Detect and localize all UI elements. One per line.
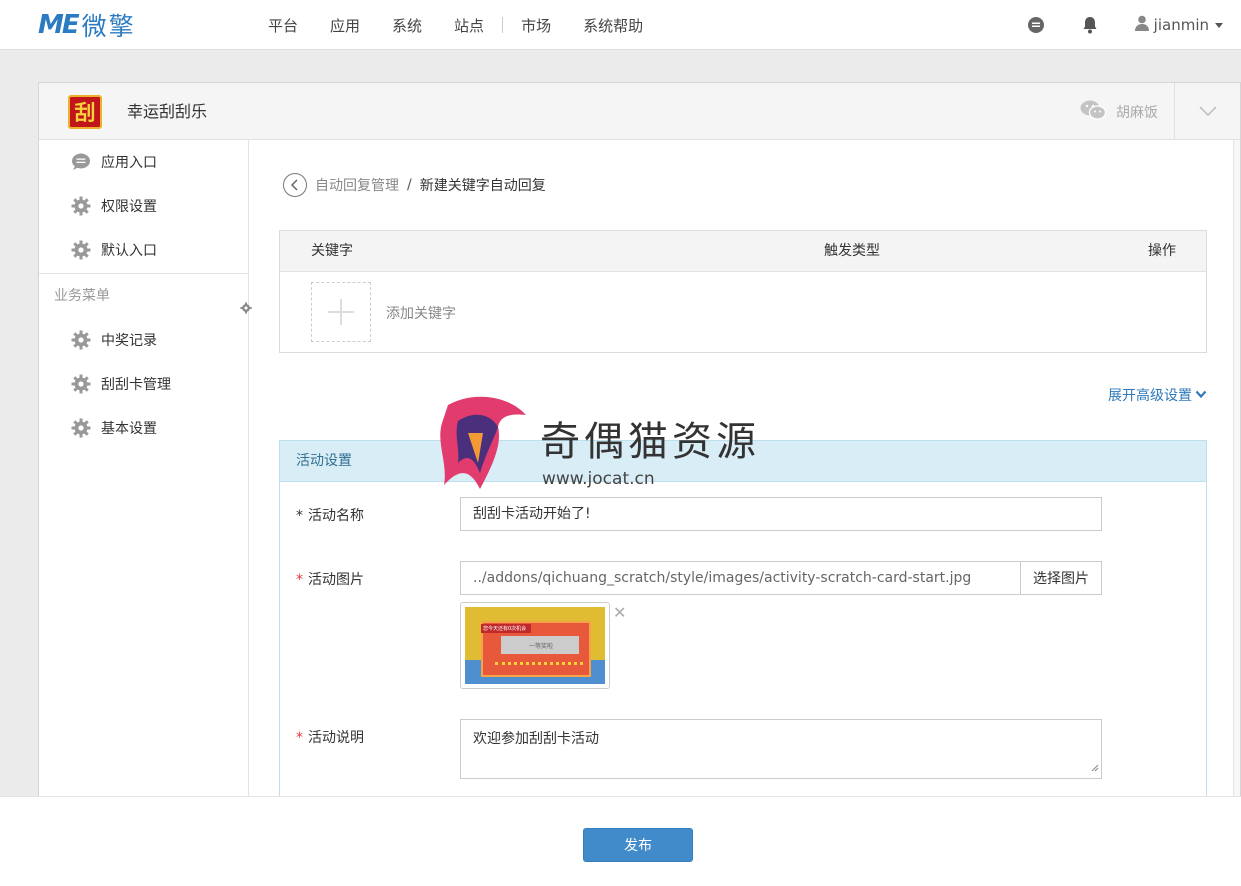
gear-icon[interactable] bbox=[240, 288, 252, 332]
nav-item-apps[interactable]: 应用 bbox=[314, 15, 376, 36]
sidebar-item-label: 中奖记录 bbox=[101, 333, 157, 349]
required-mark: * bbox=[296, 730, 303, 746]
nav-item-system[interactable]: 系统 bbox=[376, 15, 438, 36]
nav-item-market[interactable]: 市场 bbox=[505, 15, 567, 36]
chevron-down-icon bbox=[1198, 104, 1217, 120]
sidebar-item-basic-settings[interactable]: 基本设置 bbox=[39, 406, 248, 450]
expand-advanced-link[interactable]: 展开高级设置 bbox=[1108, 385, 1207, 405]
required-mark: * bbox=[296, 572, 303, 588]
sidebar-item-label: 刮刮卡管理 bbox=[101, 377, 171, 393]
main-content: 自动回复管理 / 新建关键字自动回复 关键字 触发类型 操作 添加关键字 展开高… bbox=[279, 140, 1208, 883]
sidebar-item-label: 默认入口 bbox=[101, 243, 157, 259]
chevron-down-icon bbox=[1195, 387, 1207, 403]
top-right-tools: jianmin bbox=[1027, 0, 1223, 50]
content-scrollbar[interactable] bbox=[1233, 140, 1240, 883]
image-path-input[interactable]: ../addons/qichuang_scratch/style/images/… bbox=[460, 561, 1021, 595]
logo-mark: ME bbox=[38, 10, 80, 40]
message-icon[interactable] bbox=[1027, 16, 1045, 34]
nav-item-site[interactable]: 站点 bbox=[438, 15, 500, 36]
add-keyword-label[interactable]: 添加关键字 bbox=[386, 303, 456, 323]
main-nav: 平台 应用 系统 站点 市场 系统帮助 bbox=[252, 0, 659, 50]
nav-item-platform[interactable]: 平台 bbox=[252, 15, 314, 36]
scratch-card-preview-image: 您今天还有0次机会 一等奖啦 bbox=[465, 607, 605, 684]
plus-icon bbox=[328, 299, 354, 325]
activity-desc-label: * 活动说明 bbox=[296, 730, 364, 746]
app-panel: 刮 幸运刮刮乐 胡麻饭 应用入口 权限设置 默认入口 业务菜单 中奖记录 刮刮卡… bbox=[38, 82, 1241, 883]
breadcrumb: 自动回复管理 / 新建关键字自动回复 bbox=[283, 173, 546, 197]
sidebar-item-app-entry[interactable]: 应用入口 bbox=[39, 140, 248, 184]
sidebar-item-label: 基本设置 bbox=[101, 421, 157, 437]
gear-icon bbox=[70, 240, 92, 260]
sidebar-item-permissions[interactable]: 权限设置 bbox=[39, 184, 248, 228]
app-icon: 刮 bbox=[68, 95, 102, 129]
sidebar: 应用入口 权限设置 默认入口 业务菜单 中奖记录 刮刮卡管理 基本设置 bbox=[39, 140, 252, 883]
sidebar-item-winners[interactable]: 中奖记录 bbox=[39, 318, 248, 362]
bottom-action-bar: 发布 bbox=[0, 796, 1241, 886]
app-header: 刮 幸运刮刮乐 胡麻饭 bbox=[39, 83, 1240, 140]
add-keyword-button[interactable] bbox=[311, 282, 371, 342]
account-switcher[interactable]: 胡麻饭 bbox=[1080, 83, 1158, 140]
account-name: 胡麻饭 bbox=[1116, 104, 1158, 121]
section-title: 活动设置 bbox=[280, 441, 1206, 482]
nav-item-help[interactable]: 系统帮助 bbox=[567, 15, 659, 36]
user-menu[interactable]: jianmin bbox=[1134, 15, 1223, 35]
app-title: 幸运刮刮乐 bbox=[127, 102, 208, 121]
sidebar-group-label: 业务菜单 bbox=[54, 288, 110, 304]
header-toggle[interactable] bbox=[1174, 83, 1240, 140]
gear-icon bbox=[70, 418, 92, 438]
back-icon[interactable] bbox=[283, 173, 307, 197]
chat-bubble-icon bbox=[70, 153, 92, 171]
keyword-table-header: 关键字 触发类型 操作 bbox=[280, 231, 1206, 272]
keyword-table: 关键字 触发类型 操作 添加关键字 bbox=[279, 230, 1207, 353]
publish-button[interactable]: 发布 bbox=[583, 828, 693, 862]
user-name: jianmin bbox=[1153, 16, 1209, 34]
sidebar-group-header: 业务菜单 bbox=[39, 274, 252, 318]
chevron-down-icon bbox=[1215, 22, 1223, 28]
top-navbar: ME 微擎 平台 应用 系统 站点 市场 系统帮助 jianmin bbox=[0, 0, 1241, 50]
required-mark: * bbox=[296, 508, 303, 524]
sidebar-item-label: 权限设置 bbox=[101, 199, 157, 215]
remove-image-icon[interactable]: ✕ bbox=[613, 603, 626, 622]
activity-desc-value: 欢迎参加刮刮卡活动 bbox=[473, 731, 599, 747]
sidebar-top-menu: 应用入口 权限设置 默认入口 bbox=[39, 140, 248, 272]
logo[interactable]: ME 微擎 bbox=[38, 9, 136, 41]
sidebar-item-label: 应用入口 bbox=[101, 155, 157, 171]
resize-handle-icon[interactable] bbox=[1091, 760, 1099, 776]
wechat-icon bbox=[1080, 100, 1107, 124]
breadcrumb-current: 新建关键字自动回复 bbox=[419, 178, 546, 194]
gear-icon bbox=[70, 196, 92, 216]
sidebar-item-default-entry[interactable]: 默认入口 bbox=[39, 228, 248, 272]
logo-text: 微擎 bbox=[81, 12, 136, 41]
activity-name-label: * 活动名称 bbox=[296, 508, 364, 524]
activity-desc-textarea[interactable]: 欢迎参加刮刮卡活动 bbox=[460, 719, 1102, 779]
column-header-trigger-type: 触发类型 bbox=[824, 243, 880, 259]
column-header-actions: 操作 bbox=[1148, 243, 1176, 259]
column-header-keyword: 关键字 bbox=[311, 243, 353, 259]
choose-image-button[interactable]: 选择图片 bbox=[1020, 561, 1102, 595]
user-icon bbox=[1134, 15, 1149, 35]
breadcrumb-parent[interactable]: 自动回复管理 bbox=[315, 175, 399, 195]
sidebar-biz-menu: 中奖记录 刮刮卡管理 基本设置 bbox=[39, 318, 248, 450]
sidebar-item-scratch-cards[interactable]: 刮刮卡管理 bbox=[39, 362, 248, 406]
image-thumbnail[interactable]: 您今天还有0次机会 一等奖啦 bbox=[460, 602, 610, 689]
breadcrumb-separator: / bbox=[407, 177, 412, 193]
bell-icon[interactable] bbox=[1081, 16, 1099, 34]
nav-divider bbox=[502, 17, 504, 33]
activity-name-input[interactable]: 刮刮卡活动开始了! bbox=[460, 497, 1102, 531]
gear-icon bbox=[70, 330, 92, 350]
gear-icon bbox=[70, 374, 92, 394]
expand-advanced-label: 展开高级设置 bbox=[1108, 388, 1192, 404]
activity-image-label: * 活动图片 bbox=[296, 572, 364, 588]
